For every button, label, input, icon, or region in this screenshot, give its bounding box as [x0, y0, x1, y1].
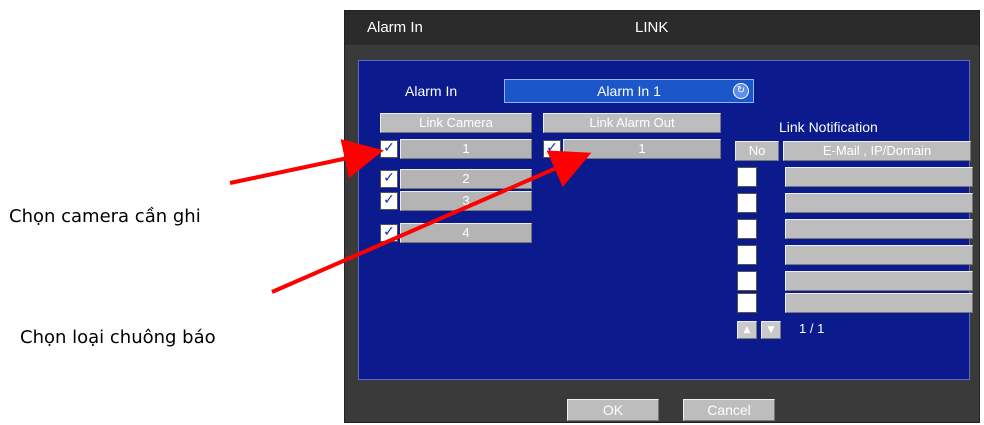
annotation-arrows: [229, 139, 592, 294]
camera-arrow: [229, 139, 384, 185]
alarm-arrow: [271, 150, 592, 294]
